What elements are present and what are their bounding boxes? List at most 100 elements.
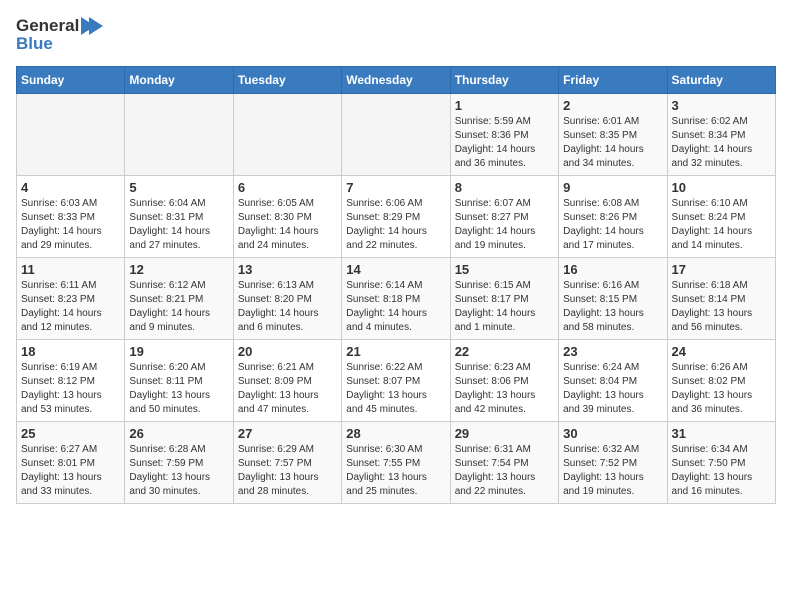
- day-number: 12: [129, 262, 228, 277]
- logo-flag-icon: [81, 17, 103, 35]
- day-info: Sunrise: 6:06 AM Sunset: 8:29 PM Dayligh…: [346, 197, 445, 253]
- day-info: Sunrise: 6:12 AM Sunset: 8:21 PM Dayligh…: [129, 279, 228, 335]
- day-info: Sunrise: 6:04 AM Sunset: 8:31 PM Dayligh…: [129, 197, 228, 253]
- day-info: Sunrise: 6:15 AM Sunset: 8:17 PM Dayligh…: [455, 279, 554, 335]
- calendar-cell: 13 Sunrise: 6:13 AM Sunset: 8:20 PM Dayli…: [233, 258, 341, 340]
- calendar-cell: 18 Sunrise: 6:19 AM Sunset: 8:12 PM Dayli…: [17, 340, 125, 422]
- calendar-cell: 25Sunrise: 6:27 AM Sunset: 8:01 PM Dayli…: [17, 422, 125, 504]
- day-info: Sunrise: 6:11 AM Sunset: 8:23 PM Dayligh…: [21, 279, 120, 335]
- day-number: 24: [672, 344, 771, 359]
- day-number: 30: [563, 426, 662, 441]
- calendar-cell: 10Sunrise: 6:10 AM Sunset: 8:24 PM Dayli…: [667, 176, 775, 258]
- day-number: 14: [346, 262, 445, 277]
- day-info: Sunrise: 6:29 AM Sunset: 7:57 PM Dayligh…: [238, 443, 337, 499]
- week-row-3: 11Sunrise: 6:11 AM Sunset: 8:23 PM Dayli…: [17, 258, 776, 340]
- day-info: Sunrise: 6:22 AM Sunset: 8:07 PM Dayligh…: [346, 361, 445, 417]
- calendar-cell: 4 Sunrise: 6:03 AM Sunset: 8:33 PM Daylig…: [17, 176, 125, 258]
- day-number: 3: [672, 98, 771, 113]
- calendar-cell: 3 Sunrise: 6:02 AM Sunset: 8:34 PM Daylig…: [667, 94, 775, 176]
- calendar-cell: 24Sunrise: 6:26 AM Sunset: 8:02 PM Dayli…: [667, 340, 775, 422]
- calendar-cell: 21 Sunrise: 6:22 AM Sunset: 8:07 PM Dayli…: [342, 340, 450, 422]
- calendar-cell: 29 Sunrise: 6:31 AM Sunset: 7:54 PM Dayli…: [450, 422, 558, 504]
- header-wednesday: Wednesday: [342, 67, 450, 94]
- day-number: 4: [21, 180, 120, 195]
- header-tuesday: Tuesday: [233, 67, 341, 94]
- day-info: Sunrise: 6:31 AM Sunset: 7:54 PM Dayligh…: [455, 443, 554, 499]
- day-info: Sunrise: 6:18 AM Sunset: 8:14 PM Dayligh…: [672, 279, 771, 335]
- day-info: Sunrise: 6:08 AM Sunset: 8:26 PM Dayligh…: [563, 197, 662, 253]
- calendar-cell: 20Sunrise: 6:21 AM Sunset: 8:09 PM Dayli…: [233, 340, 341, 422]
- day-number: 17: [672, 262, 771, 277]
- day-info: Sunrise: 6:32 AM Sunset: 7:52 PM Dayligh…: [563, 443, 662, 499]
- day-info: Sunrise: 6:27 AM Sunset: 8:01 PM Dayligh…: [21, 443, 120, 499]
- day-info: Sunrise: 6:34 AM Sunset: 7:50 PM Dayligh…: [672, 443, 771, 499]
- header-row: SundayMondayTuesdayWednesdayThursdayFrid…: [17, 67, 776, 94]
- calendar-cell: 26Sunrise: 6:28 AM Sunset: 7:59 PM Dayli…: [125, 422, 233, 504]
- day-number: 10: [672, 180, 771, 195]
- day-number: 28: [346, 426, 445, 441]
- day-number: 2: [563, 98, 662, 113]
- calendar-cell: 1 Sunrise: 5:59 AM Sunset: 8:36 PM Daylig…: [450, 94, 558, 176]
- day-number: 27: [238, 426, 337, 441]
- calendar-cell: 11Sunrise: 6:11 AM Sunset: 8:23 PM Dayli…: [17, 258, 125, 340]
- logo: General Blue: [16, 16, 103, 54]
- day-info: Sunrise: 6:03 AM Sunset: 8:33 PM Dayligh…: [21, 197, 120, 253]
- calendar-cell: [233, 94, 341, 176]
- calendar-cell: 30 Sunrise: 6:32 AM Sunset: 7:52 PM Dayli…: [559, 422, 667, 504]
- calendar-cell: 28 Sunrise: 6:30 AM Sunset: 7:55 PM Dayli…: [342, 422, 450, 504]
- calendar-cell: 12 Sunrise: 6:12 AM Sunset: 8:21 PM Dayli…: [125, 258, 233, 340]
- calendar-cell: 14Sunrise: 6:14 AM Sunset: 8:18 PM Dayli…: [342, 258, 450, 340]
- day-number: 20: [238, 344, 337, 359]
- day-info: Sunrise: 6:02 AM Sunset: 8:34 PM Dayligh…: [672, 115, 771, 171]
- day-info: Sunrise: 6:13 AM Sunset: 8:20 PM Dayligh…: [238, 279, 337, 335]
- calendar-cell: 6 Sunrise: 6:05 AM Sunset: 8:30 PM Daylig…: [233, 176, 341, 258]
- calendar-cell: 9 Sunrise: 6:08 AM Sunset: 8:26 PM Daylig…: [559, 176, 667, 258]
- day-number: 21: [346, 344, 445, 359]
- day-number: 5: [129, 180, 228, 195]
- calendar-cell: 2 Sunrise: 6:01 AM Sunset: 8:35 PM Daylig…: [559, 94, 667, 176]
- day-number: 13: [238, 262, 337, 277]
- day-info: Sunrise: 6:30 AM Sunset: 7:55 PM Dayligh…: [346, 443, 445, 499]
- calendar-body: 1 Sunrise: 5:59 AM Sunset: 8:36 PM Daylig…: [17, 94, 776, 504]
- header-saturday: Saturday: [667, 67, 775, 94]
- calendar-cell: 17 Sunrise: 6:18 AM Sunset: 8:14 PM Dayli…: [667, 258, 775, 340]
- day-info: Sunrise: 5:59 AM Sunset: 8:36 PM Dayligh…: [455, 115, 554, 171]
- header-monday: Monday: [125, 67, 233, 94]
- day-number: 7: [346, 180, 445, 195]
- day-info: Sunrise: 6:01 AM Sunset: 8:35 PM Dayligh…: [563, 115, 662, 171]
- calendar-cell: 7 Sunrise: 6:06 AM Sunset: 8:29 PM Daylig…: [342, 176, 450, 258]
- calendar-cell: 19 Sunrise: 6:20 AM Sunset: 8:11 PM Dayli…: [125, 340, 233, 422]
- day-number: 31: [672, 426, 771, 441]
- day-number: 9: [563, 180, 662, 195]
- calendar-cell: 8Sunrise: 6:07 AM Sunset: 8:27 PM Daylig…: [450, 176, 558, 258]
- calendar-cell: [17, 94, 125, 176]
- calendar-cell: 23 Sunrise: 6:24 AM Sunset: 8:04 PM Dayli…: [559, 340, 667, 422]
- day-number: 6: [238, 180, 337, 195]
- day-number: 8: [455, 180, 554, 195]
- calendar-header: SundayMondayTuesdayWednesdayThursdayFrid…: [17, 67, 776, 94]
- calendar-cell: 31 Sunrise: 6:34 AM Sunset: 7:50 PM Dayli…: [667, 422, 775, 504]
- day-number: 1: [455, 98, 554, 113]
- header: General Blue: [16, 16, 776, 54]
- day-info: Sunrise: 6:19 AM Sunset: 8:12 PM Dayligh…: [21, 361, 120, 417]
- week-row-2: 4 Sunrise: 6:03 AM Sunset: 8:33 PM Daylig…: [17, 176, 776, 258]
- calendar-cell: 5 Sunrise: 6:04 AM Sunset: 8:31 PM Daylig…: [125, 176, 233, 258]
- logo-general: General: [16, 16, 79, 36]
- calendar-table: SundayMondayTuesdayWednesdayThursdayFrid…: [16, 66, 776, 504]
- calendar-cell: 22Sunrise: 6:23 AM Sunset: 8:06 PM Dayli…: [450, 340, 558, 422]
- calendar-cell: 16Sunrise: 6:16 AM Sunset: 8:15 PM Dayli…: [559, 258, 667, 340]
- header-friday: Friday: [559, 67, 667, 94]
- day-info: Sunrise: 6:05 AM Sunset: 8:30 PM Dayligh…: [238, 197, 337, 253]
- day-number: 29: [455, 426, 554, 441]
- day-info: Sunrise: 6:20 AM Sunset: 8:11 PM Dayligh…: [129, 361, 228, 417]
- day-number: 19: [129, 344, 228, 359]
- logo-container: General Blue: [16, 16, 103, 54]
- week-row-5: 25Sunrise: 6:27 AM Sunset: 8:01 PM Dayli…: [17, 422, 776, 504]
- day-number: 23: [563, 344, 662, 359]
- day-info: Sunrise: 6:28 AM Sunset: 7:59 PM Dayligh…: [129, 443, 228, 499]
- day-number: 15: [455, 262, 554, 277]
- day-number: 16: [563, 262, 662, 277]
- day-info: Sunrise: 6:24 AM Sunset: 8:04 PM Dayligh…: [563, 361, 662, 417]
- logo-blue: Blue: [16, 34, 103, 54]
- day-number: 18: [21, 344, 120, 359]
